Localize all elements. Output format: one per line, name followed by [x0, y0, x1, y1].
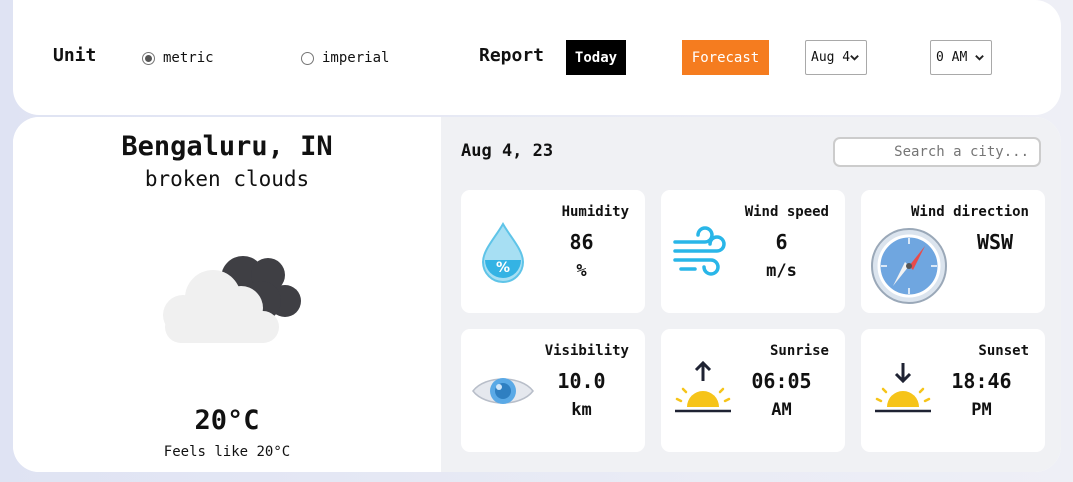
sunset-tile: Sunset 18:46 PM [861, 329, 1045, 452]
wind-speed-unit: m/s [766, 261, 797, 281]
sunrise-value: 06:05 [751, 369, 812, 393]
humidity-tile: % Humidity 86 % [461, 190, 645, 313]
date-select-value: Aug 4 [811, 50, 851, 65]
visibility-unit: km [571, 400, 592, 420]
svg-text:%: % [496, 260, 510, 276]
sunrise-title: Sunrise [769, 343, 829, 359]
forecast-button[interactable]: Forecast [682, 40, 769, 75]
wind-direction-title: Wind direction [910, 204, 1029, 220]
compass-icon [871, 228, 947, 304]
wind-speed-tile: Wind speed 6 m/s [661, 190, 845, 313]
feels-like: Feels like 20°C [163, 444, 291, 460]
hour-select[interactable]: 0 AM [930, 40, 992, 75]
weather-description: broken clouds [144, 167, 310, 191]
temperature: 20°C [194, 405, 260, 436]
city-search-input[interactable] [833, 137, 1041, 167]
humidity-drop-icon: % [481, 221, 525, 283]
broken-clouds-icon [163, 256, 301, 343]
current-date: Aug 4, 23 [461, 141, 554, 161]
date-select[interactable]: Aug 4 [805, 40, 867, 75]
city-name: Bengaluru, IN [121, 131, 333, 162]
current-weather-panel: Bengaluru, IN broken clouds 20°C Feels l… [13, 117, 441, 472]
sunrise-tile: Sunrise 06:05 AM [661, 329, 845, 452]
sunset-unit: PM [971, 400, 992, 420]
wind-speed-value: 6 [775, 230, 788, 254]
humidity-title: Humidity [561, 204, 629, 220]
details-panel: Aug 4, 23 % Humidity 86 % Wi [441, 117, 1061, 472]
visibility-title: Visibility [544, 343, 629, 359]
imperial-label: imperial [322, 50, 390, 66]
humidity-value: 86 [569, 230, 594, 254]
sunset-title: Sunset [978, 343, 1029, 359]
sunrise-unit: AM [771, 400, 792, 420]
visibility-value: 10.0 [557, 369, 606, 393]
metric-radio[interactable] [142, 51, 155, 65]
weather-card: Bengaluru, IN broken clouds 20°C Feels l… [13, 117, 1061, 472]
chevron-down-icon [975, 55, 984, 61]
eye-icon [472, 378, 534, 404]
metric-option[interactable]: metric [142, 50, 214, 66]
wind-direction-value: WSW [976, 230, 1014, 254]
wind-icon [673, 226, 726, 276]
wind-speed-title: Wind speed [744, 204, 829, 220]
sunset-icon [875, 363, 931, 413]
visibility-tile: Visibility 10.0 km [461, 329, 645, 452]
imperial-radio[interactable] [301, 51, 314, 65]
wind-direction-tile: Wind direction WSW [861, 190, 1045, 313]
sunset-value: 18:46 [951, 369, 1012, 393]
metric-label: metric [163, 50, 214, 66]
sunrise-icon [675, 360, 731, 413]
hour-select-value: 0 AM [936, 50, 968, 65]
today-button[interactable]: Today [566, 40, 626, 75]
controls-bar: Unit metric imperial Report Today Foreca… [13, 0, 1061, 115]
report-label: Report [479, 45, 545, 66]
chevron-down-icon [850, 55, 859, 61]
humidity-unit: % [576, 261, 587, 281]
unit-label: Unit [53, 45, 97, 66]
imperial-option[interactable]: imperial [301, 50, 389, 66]
